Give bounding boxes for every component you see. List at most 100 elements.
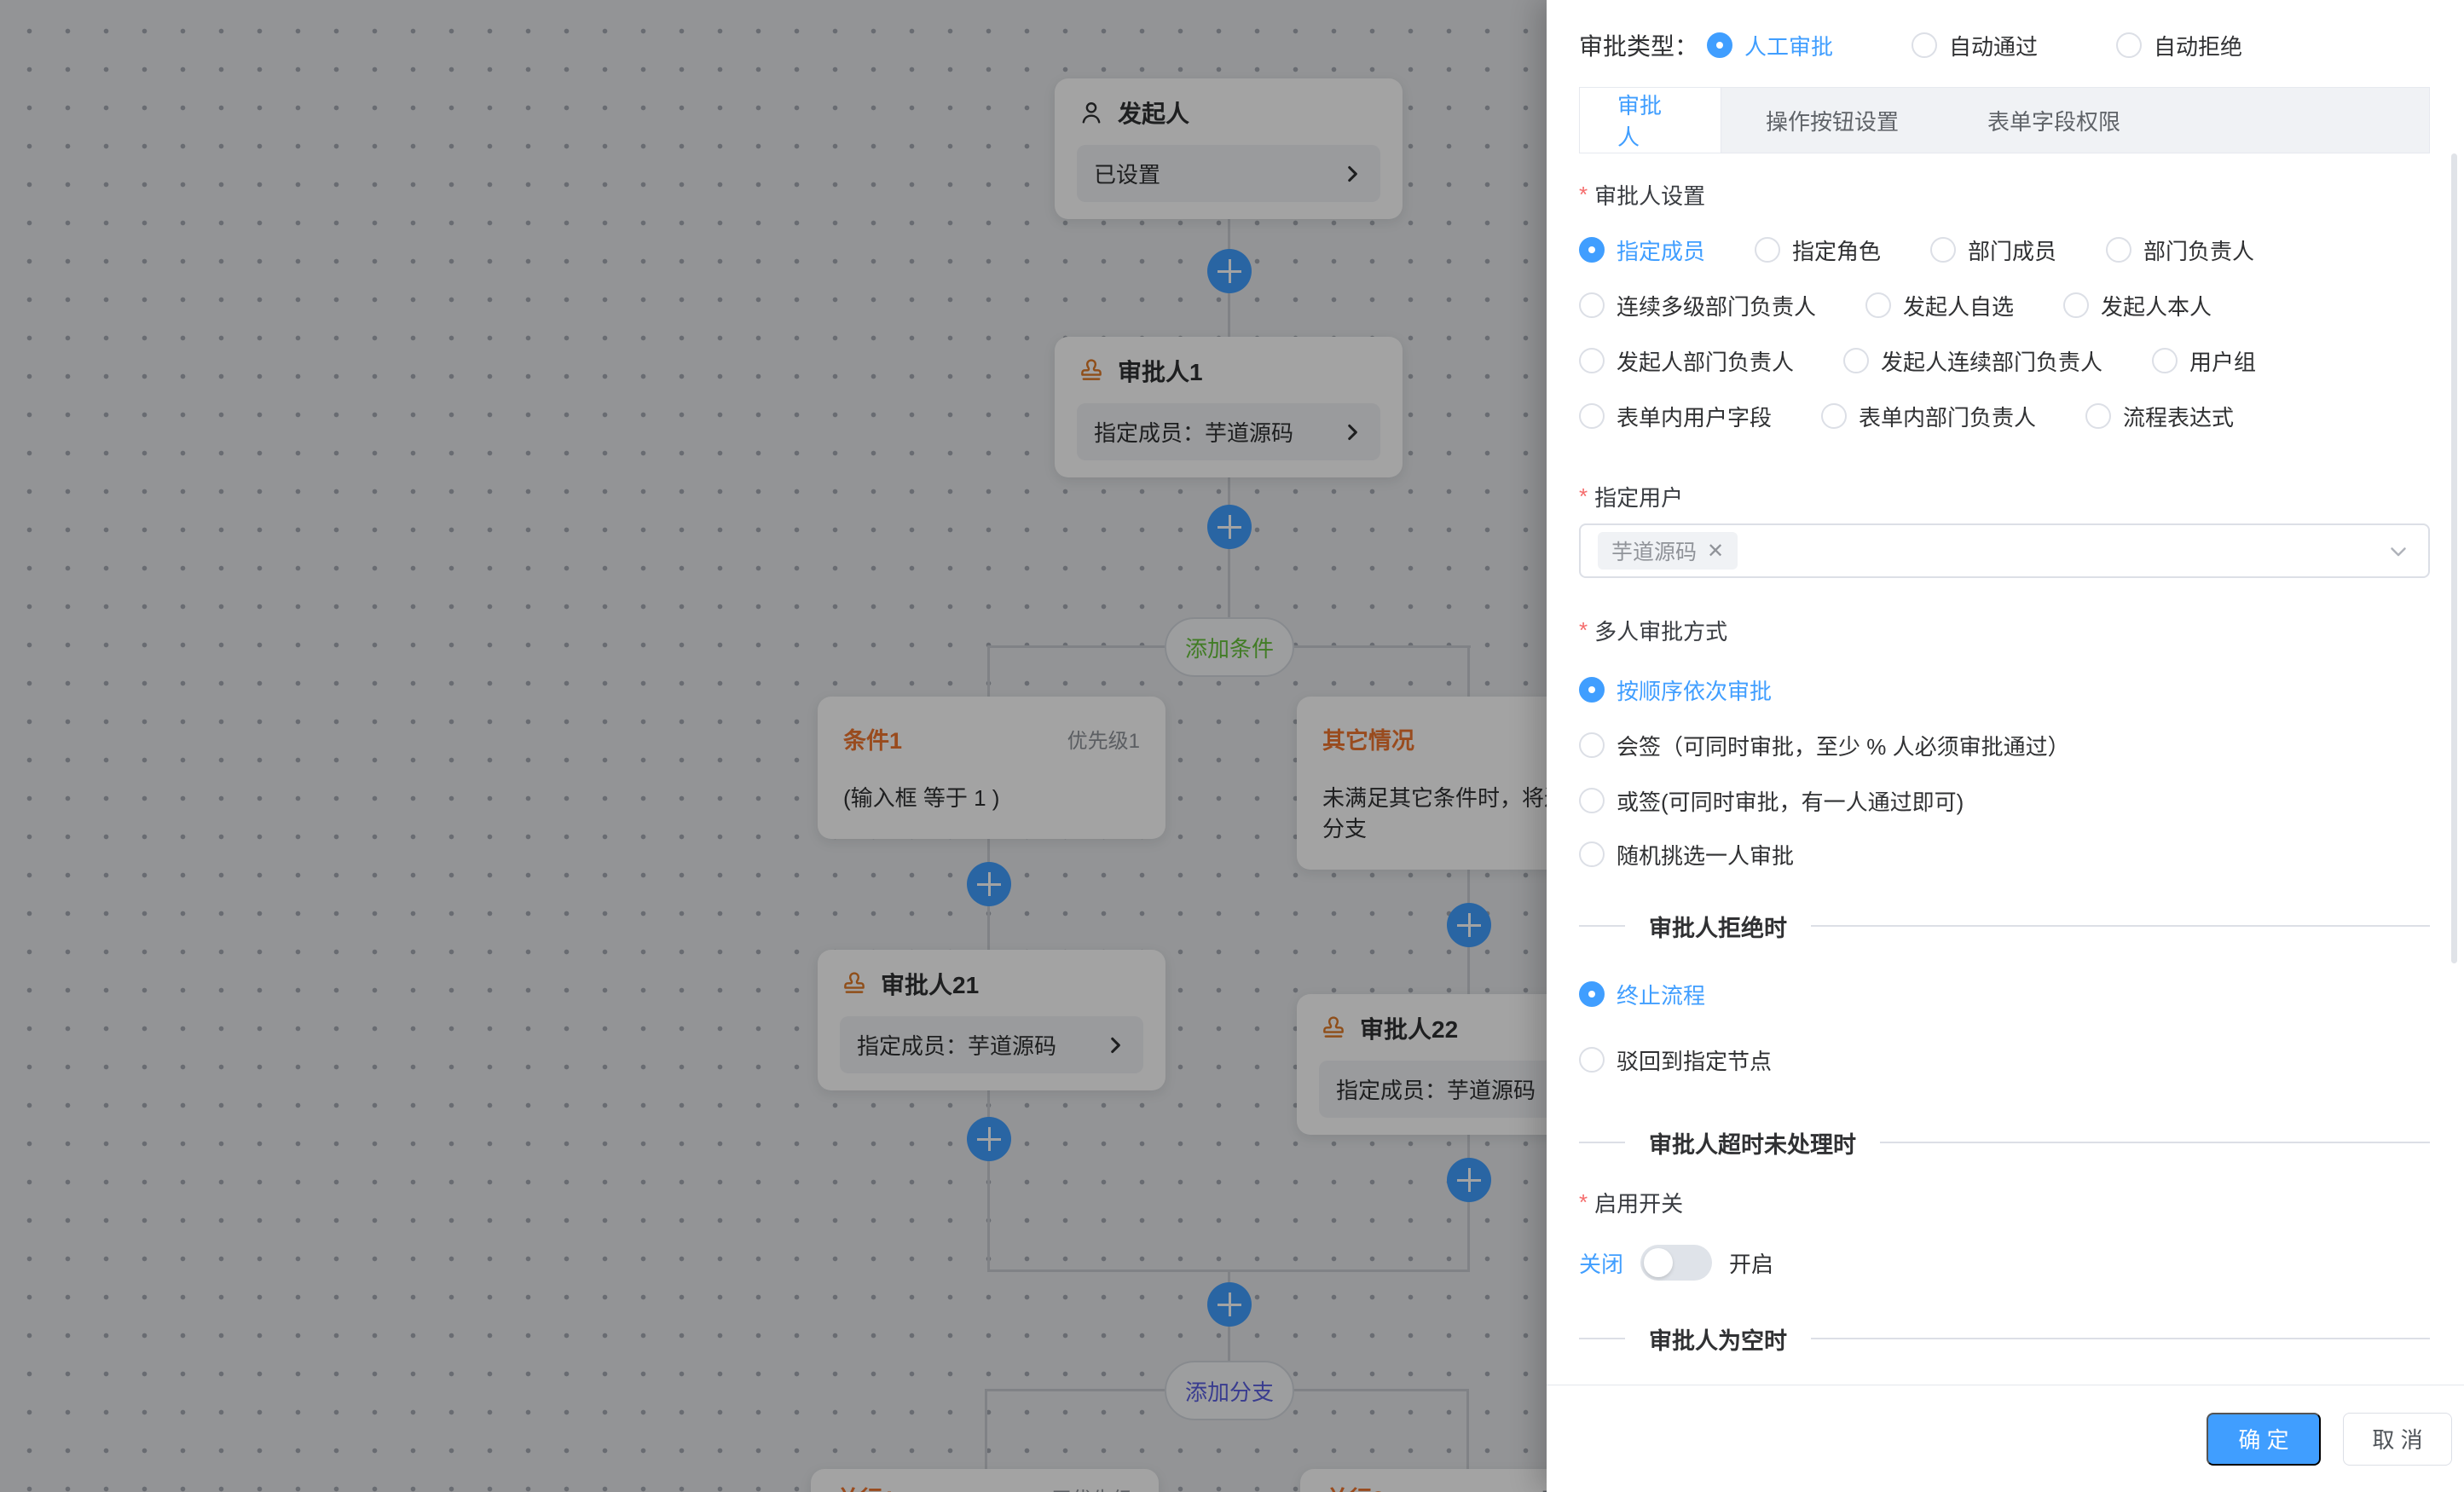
empty-approver-title: 审批人为空时	[1649, 1322, 1787, 1353]
radio-dot	[2063, 292, 2089, 318]
multi-approve-option2: 会签（可同时审批，至少 % 人必须审批通过）	[1579, 728, 2430, 762]
tag-label: 芋道源码	[1611, 535, 1697, 566]
radio-dot	[1579, 677, 1605, 703]
radio-dot	[1579, 1047, 1605, 1073]
drawer-footer: 确 定 取 消	[1547, 1385, 2464, 1492]
drawer-scrollbar[interactable]	[2451, 153, 2457, 963]
radio-dot	[1821, 403, 1847, 429]
selected-user-tag: 芋道源码 ✕	[1598, 532, 1738, 570]
radio-return-to-node[interactable]: 驳回到指定节点	[1579, 1044, 1772, 1076]
drawer-tabbar: 审批人 操作按钮设置 表单字段权限	[1579, 87, 2430, 153]
radio-orsign[interactable]: 或签(可同时审批，有一人通过即可)	[1579, 785, 1964, 817]
approval-type-label: 审批类型：	[1579, 28, 1698, 62]
radio-multi-level-dept-leader[interactable]: 连续多级部门负责人	[1579, 290, 1816, 321]
approver-setting-row4: 表单内用户字段 表单内部门负责人 流程表达式	[1579, 399, 2430, 433]
chevron-down-icon	[2386, 538, 2411, 564]
radio-dot	[1707, 32, 1732, 58]
radio-auto-reject[interactable]: 自动拒绝	[2116, 30, 2242, 61]
timeout-section-divider: 审批人超时未处理时	[1579, 1124, 2430, 1161]
required-asterisk: *	[1579, 182, 1588, 208]
radio-dept-leader[interactable]: 部门负责人	[2106, 234, 2254, 266]
tab-label: 表单字段权限	[1987, 105, 2120, 136]
radio-dot	[1843, 348, 1869, 373]
divider-line	[1579, 1142, 1625, 1143]
reject-option1: 终止流程	[1579, 977, 2430, 1011]
radio-manual-approval[interactable]: 人工审批	[1707, 30, 1833, 61]
multi-approve-option3: 或签(可同时审批，有一人通过即可)	[1579, 784, 2430, 818]
required-asterisk: *	[1579, 483, 1588, 510]
timeout-switch-row: 关闭 开启	[1579, 1243, 2430, 1282]
radio-dept-member[interactable]: 部门成员	[1930, 234, 2056, 266]
radio-dot	[1912, 32, 1937, 58]
radio-process-expression[interactable]: 流程表达式	[2085, 401, 2234, 432]
reject-option2: 驳回到指定节点	[1579, 1043, 2430, 1077]
radio-dot	[1579, 237, 1605, 263]
radio-user-group[interactable]: 用户组	[2152, 345, 2256, 377]
radio-dot	[1579, 841, 1605, 867]
radio-label: 人工审批	[1744, 30, 1833, 61]
divider-line	[1579, 1338, 1625, 1339]
radio-dot	[1579, 403, 1605, 429]
tab-label: 操作按钮设置	[1766, 105, 1899, 136]
divider-line	[1811, 925, 2430, 927]
switch-on-label: 开启	[1729, 1247, 1773, 1279]
remove-tag-icon[interactable]: ✕	[1707, 539, 1724, 564]
radio-label: 自动拒绝	[2154, 30, 2242, 61]
tab-action-buttons[interactable]: 操作按钮设置	[1721, 88, 1943, 153]
radio-label: 自动通过	[1949, 30, 2038, 61]
radio-form-user-field[interactable]: 表单内用户字段	[1579, 401, 1772, 432]
radio-dot	[1579, 788, 1605, 813]
multi-approve-label: * 多人审批方式	[1579, 615, 2430, 645]
approval-settings-drawer: 审批类型： 人工审批 自动通过 自动拒绝 审批人 操作按钮设置 表单字段权限 *…	[1547, 0, 2464, 1492]
enable-switch-label: * 启用开关	[1579, 1187, 2430, 1217]
tab-label: 审批人	[1617, 89, 1683, 152]
approver-setting-row3: 发起人部门负责人 发起人连续部门负责人 用户组	[1579, 344, 2430, 378]
radio-assigned-member[interactable]: 指定成员	[1579, 234, 1705, 266]
radio-form-dept-leader[interactable]: 表单内部门负责人	[1821, 401, 2036, 432]
timeout-enable-toggle[interactable]	[1640, 1245, 1712, 1281]
multi-approve-option4: 随机挑选一人审批	[1579, 837, 2430, 871]
radio-dot	[1579, 292, 1605, 318]
cancel-button[interactable]: 取 消	[2343, 1413, 2452, 1466]
switch-off-label: 关闭	[1579, 1247, 1623, 1279]
radio-sequential-approval[interactable]: 按顺序依次审批	[1579, 674, 1772, 706]
drawer-header: 审批类型： 人工审批 自动通过 自动拒绝	[1547, 0, 2464, 73]
confirm-button[interactable]: 确 定	[2207, 1413, 2321, 1466]
approver-setting-row1: 指定成员 指定角色 部门成员 部门负责人	[1579, 233, 2430, 267]
approver-setting-row2: 连续多级部门负责人 发起人自选 发起人本人	[1579, 288, 2430, 322]
radio-dot	[1930, 237, 1956, 263]
radio-dot	[2106, 237, 2131, 263]
radio-dot	[1579, 732, 1605, 758]
drawer-body: * 审批人设置 指定成员 指定角色 部门成员 部门负责人	[1547, 153, 2464, 1352]
radio-terminate-process[interactable]: 终止流程	[1579, 979, 1705, 1010]
tab-form-field-permissions[interactable]: 表单字段权限	[1943, 88, 2165, 153]
divider-line	[1579, 925, 1625, 927]
approver-setting-label: * 审批人设置	[1579, 179, 2430, 210]
required-asterisk: *	[1579, 1189, 1588, 1216]
radio-dot	[1579, 348, 1605, 373]
radio-initiator-self[interactable]: 发起人本人	[2063, 290, 2212, 321]
radio-assigned-role[interactable]: 指定角色	[1755, 234, 1881, 266]
radio-initiator-multi-dept-leader[interactable]: 发起人连续部门负责人	[1843, 345, 2102, 377]
empty-approver-divider: 审批人为空时	[1579, 1320, 2430, 1352]
reject-section-divider: 审批人拒绝时	[1579, 907, 2430, 945]
toggle-knob	[1644, 1248, 1673, 1277]
radio-dot	[1579, 981, 1605, 1007]
radio-initiator-choose[interactable]: 发起人自选	[1865, 290, 2014, 321]
required-asterisk: *	[1579, 617, 1588, 644]
radio-auto-pass[interactable]: 自动通过	[1912, 30, 2038, 61]
timeout-section-title: 审批人超时未处理时	[1649, 1126, 1856, 1159]
radio-random-one[interactable]: 随机挑选一人审批	[1579, 839, 1794, 870]
radio-dot	[1865, 292, 1891, 318]
assign-user-select[interactable]: 芋道源码 ✕	[1579, 523, 2430, 578]
divider-line	[1811, 1338, 2430, 1339]
radio-dot	[1755, 237, 1780, 263]
tab-approver[interactable]: 审批人	[1580, 88, 1721, 153]
radio-dot	[2085, 403, 2111, 429]
assign-user-label: * 指定用户	[1579, 481, 2430, 512]
radio-initiator-dept-leader[interactable]: 发起人部门负责人	[1579, 345, 1794, 377]
radio-countersign[interactable]: 会签（可同时审批，至少 % 人必须审批通过）	[1579, 730, 2070, 761]
reject-section-title: 审批人拒绝时	[1649, 910, 1787, 943]
radio-dot	[2152, 348, 2178, 373]
multi-approve-option1: 按顺序依次审批	[1579, 673, 2430, 707]
